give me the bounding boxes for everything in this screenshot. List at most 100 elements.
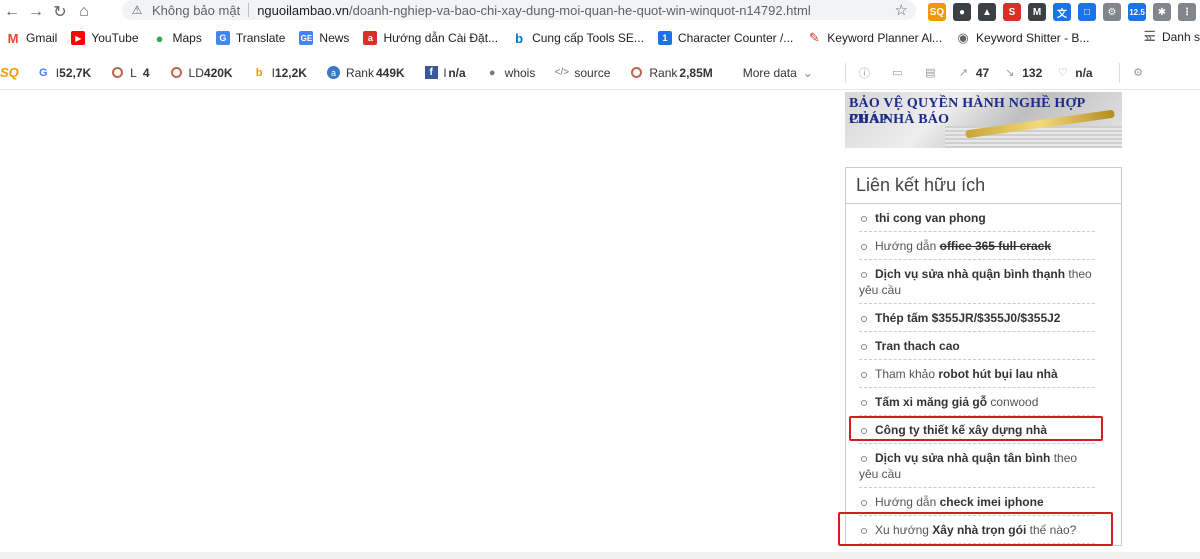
window-extension-icon[interactable]: □	[1078, 3, 1096, 21]
link-anchor[interactable]: robot hút bụi lau nhà	[938, 367, 1057, 381]
link-anchor[interactable]: Tấm xi măng giả gỗ	[875, 395, 987, 409]
url-path[interactable]: /doanh-nghiep-va-bao-chi-xay-dung-moi-qu…	[349, 3, 811, 18]
detective-extension-icon[interactable]: ●	[953, 3, 971, 21]
reading-list[interactable]: ☰ Danh s	[1143, 28, 1200, 45]
list-item[interactable]: Dịch vụ sửa nhà quận bình thạnh theo yêu…	[859, 260, 1095, 304]
journalist-rights-banner[interactable]: BẢO VỆ QUYỀN HÀNH NGHỀ HỢP PHÁP CỦA NHÀ …	[845, 92, 1122, 148]
list-item[interactable]: Dịch vụ sửa nhà quận tân bình theo yêu c…	[859, 444, 1095, 488]
bookmark-huong-dan[interactable]: a Hướng dẫn Cài Đặt...	[363, 31, 498, 45]
list-item[interactable]: Hướng dẫn office 365 full crack	[859, 232, 1095, 260]
heart-icon: ♡	[1057, 67, 1068, 79]
links-item[interactable]: L 4	[111, 65, 150, 80]
google-icon: G	[39, 66, 48, 79]
list-item[interactable]: Tham khảo robot hút bụi lau nhà	[859, 360, 1095, 388]
address-bar-row: ← → ↻ ⌂ ⚠ Không bảo mật nguoilambao.vn /…	[0, 0, 1200, 24]
bookmark-news[interactable]: GE News	[299, 31, 349, 45]
source-item[interactable]: </> source	[555, 66, 611, 80]
link-anchor[interactable]: check imei iphone	[940, 495, 1044, 509]
gmail-icon: M	[6, 30, 20, 46]
translate-icon: G	[215, 31, 230, 45]
item-value: n/a	[448, 65, 466, 80]
bing-icon: b	[255, 66, 263, 79]
list-item[interactable]: Thép tấm $355JR/$355J0/$355J2	[859, 304, 1095, 332]
toolbar-divider	[844, 62, 846, 83]
bing-index-item[interactable]: b I 12,2K	[253, 66, 307, 80]
screen-item[interactable]: ▭	[891, 66, 910, 79]
item-prefix: Rank	[345, 65, 374, 80]
seo-toolbar: SQ G I 52,7K L 4 LD 420K b I 12,2K a Ran…	[0, 56, 1200, 90]
bookmark-label: Character Counter /...	[677, 31, 794, 45]
link-anchor[interactable]: Dịch vụ sửa nhà quận tân bình	[875, 451, 1050, 465]
document-item[interactable]: ▤	[924, 66, 943, 79]
bookmark-keyword-shitter[interactable]: ◉ Keyword Shitter - B...	[956, 30, 1089, 45]
bookmark-keyword-planner[interactable]: ✎ Keyword Planner Al...	[807, 30, 943, 45]
list-item[interactable]: Tấm xi măng giả gỗ conwood	[859, 388, 1095, 416]
item-value: n/a	[1075, 65, 1093, 80]
url-domain[interactable]: nguoilambao.vn	[257, 3, 349, 18]
puzzle-icon[interactable]: ✱	[1153, 3, 1171, 21]
link-anchor[interactable]: Tran thach cao	[875, 339, 960, 353]
whois-item[interactable]: ● whois	[486, 66, 536, 80]
google-index-item[interactable]: G I 52,7K	[37, 66, 91, 80]
link-anchor[interactable]: office 365 full crack	[940, 239, 1051, 253]
info-item[interactable]: ⓘ	[858, 66, 877, 80]
external-link-icon: ↗	[958, 67, 968, 79]
gear-icon: ⚙	[1133, 67, 1144, 79]
forward-icon[interactable]: →	[24, 1, 48, 23]
highlight-box	[849, 416, 1103, 441]
item-prefix: l	[443, 65, 447, 80]
security-label[interactable]: Không bảo mật	[152, 3, 240, 18]
home-icon[interactable]: ⌂	[72, 1, 96, 23]
s-extension-icon[interactable]: S	[1003, 3, 1021, 21]
bookmark-label: Keyword Planner Al...	[827, 31, 943, 45]
badge-extension-icon[interactable]: 12.5	[1128, 3, 1146, 21]
warning-icon[interactable]: ⚠	[130, 3, 144, 17]
alexa-rank-item[interactable]: a Rank 449K	[326, 65, 405, 80]
bookmark-character-counter[interactable]: 1 Character Counter /...	[657, 31, 794, 45]
reload-icon[interactable]: ↻	[48, 1, 72, 23]
keyword-icon: ✎	[807, 30, 822, 45]
external-links-item[interactable]: ↗ 47	[957, 66, 989, 80]
item-prefix: Rank	[649, 65, 678, 80]
link-suffix: conwood	[987, 395, 1039, 409]
bookmark-label: Maps	[172, 31, 202, 45]
m-extension-icon[interactable]: M	[1028, 3, 1046, 21]
facebook-item[interactable]: f l n/a	[424, 65, 466, 80]
extensions-bar: SQ ● ▲ S M 文 □ ⚙ 12.5 ✱ ⋮	[928, 0, 1196, 24]
bookmark-gmail[interactable]: M Gmail	[6, 30, 57, 46]
item-value: 4	[142, 65, 150, 80]
link-anchor[interactable]: Thép tấm $355JR/$355J0/$355J2	[875, 311, 1060, 325]
link-prefix: Hướng dẫn	[875, 239, 940, 253]
link-anchor[interactable]: thi cong van phong	[875, 211, 986, 225]
semrush-rank-item[interactable]: Rank 2,85M	[630, 65, 713, 80]
bookmark-translate[interactable]: G Translate	[215, 31, 286, 45]
social-item[interactable]: ♡ n/a	[1056, 65, 1093, 80]
document-icon: ▤	[925, 67, 936, 79]
link-anchor[interactable]: Dịch vụ sửa nhà quận bình thạnh	[875, 267, 1065, 281]
list-item[interactable]: thi cong van phong	[859, 204, 1095, 232]
bookmark-youtube[interactable]: ▶ YouTube	[71, 31, 139, 45]
bookmark-star-icon[interactable]: ☆	[895, 1, 908, 19]
more-data-dropdown[interactable]: More data ⌄	[743, 66, 813, 80]
omnibox[interactable]: ⚠ Không bảo mật nguoilambao.vn /doanh-ng…	[122, 0, 916, 20]
info-icon: ⓘ	[858, 67, 870, 80]
settings-item[interactable]: ⚙	[1132, 66, 1151, 79]
list-item[interactable]: Tran thach cao	[859, 332, 1095, 360]
seo-extension-icon[interactable]: SQ	[928, 3, 946, 21]
seoquake-logo[interactable]: SQ	[0, 65, 19, 80]
circle-icon	[630, 66, 643, 79]
news-icon: GE	[299, 31, 314, 45]
menu-icon[interactable]: ⋮	[1178, 3, 1196, 21]
bookmark-label: Translate	[235, 31, 286, 45]
character-extension-icon[interactable]: ▲	[978, 3, 996, 21]
settings-extension-icon[interactable]: ⚙	[1103, 3, 1121, 21]
internal-links-item[interactable]: ↘ 132	[1003, 66, 1042, 80]
linking-domains-item[interactable]: LD 420K	[170, 66, 233, 80]
item-value: 132	[1022, 65, 1043, 80]
bookmark-maps[interactable]: ● Maps	[152, 31, 202, 46]
translate-extension-icon[interactable]: 文	[1053, 3, 1071, 21]
useful-links-widget: Liên kết hữu ích thi cong van phong Hướng…	[845, 167, 1122, 546]
bookmark-cung-cap[interactable]: b Cung cấp Tools SE...	[512, 31, 644, 46]
back-icon[interactable]: ←	[0, 1, 24, 23]
more-data-label: More data	[742, 65, 797, 80]
